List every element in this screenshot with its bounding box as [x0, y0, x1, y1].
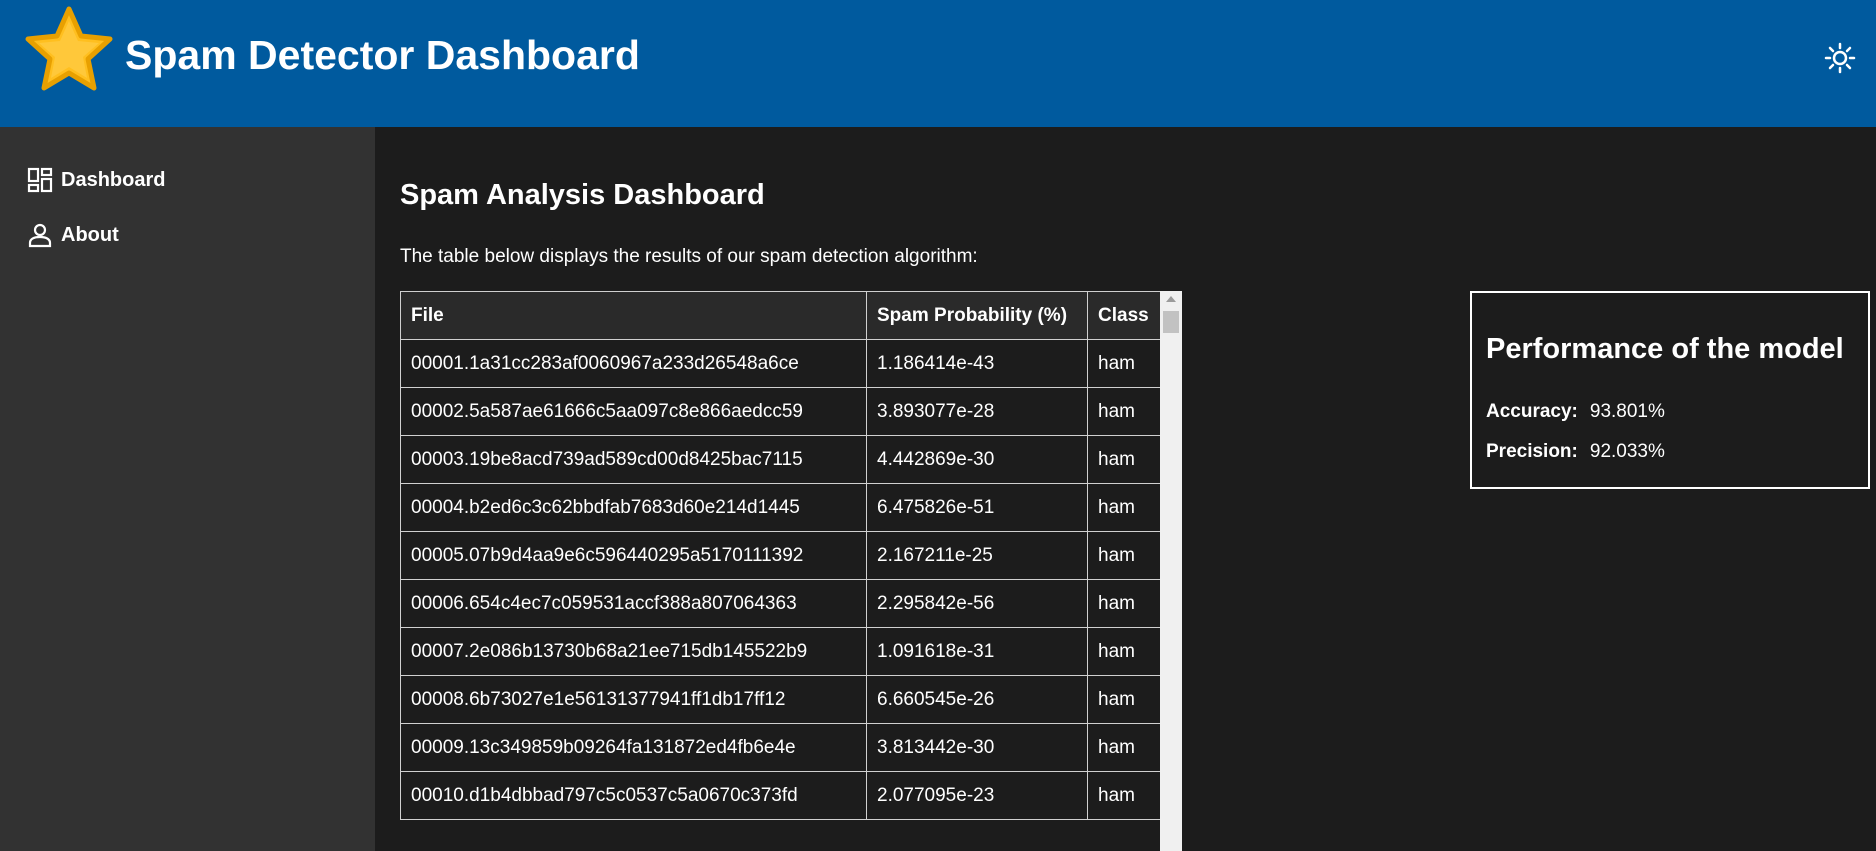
file-cell: 00008.6b73027e1e56131377941ff1db17ff12: [400, 675, 867, 724]
probability-cell: 6.475826e-51: [866, 483, 1088, 532]
scroll-up-arrow-icon[interactable]: [1166, 296, 1176, 302]
sidebar-item-label: Dashboard: [61, 168, 166, 191]
sun-icon[interactable]: [1824, 42, 1856, 74]
class-cell: ham: [1087, 627, 1169, 676]
table-row: 00005.07b9d4aa9e6c596440295a5170111392 2…: [400, 531, 1169, 580]
table-row: 00003.19be8acd739ad589cd00d8425bac7115 4…: [400, 435, 1169, 484]
table-row: 00002.5a587ae61666c5aa097c8e866aedcc59 3…: [400, 387, 1169, 436]
table-header-row: File Spam Probability (%) Class: [400, 291, 1169, 340]
probability-cell: 3.813442e-30: [866, 723, 1088, 772]
accuracy-label: Accuracy:: [1486, 401, 1578, 422]
probability-cell: 2.295842e-56: [866, 579, 1088, 628]
precision-metric: Precision: 92.033%: [1486, 441, 1665, 463]
performance-card: Performance of the model Accuracy: 93.801…: [1470, 291, 1870, 489]
page-description: The table below displays the results of …: [400, 246, 978, 267]
app-title: Spam Detector Dashboard: [125, 32, 640, 78]
class-cell: ham: [1087, 771, 1169, 820]
person-icon: [28, 223, 52, 248]
class-cell: ham: [1087, 675, 1169, 724]
class-cell: ham: [1087, 579, 1169, 628]
dashboard-icon: [27, 167, 53, 193]
accuracy-metric: Accuracy: 93.801%: [1486, 401, 1665, 423]
class-cell: ham: [1087, 531, 1169, 580]
file-cell: 00006.654c4ec7c059531accf388a807064363: [400, 579, 867, 628]
file-cell: 00002.5a587ae61666c5aa097c8e866aedcc59: [400, 387, 867, 436]
file-cell: 00010.d1b4dbbad797c5c0537c5a0670c373fd: [400, 771, 867, 820]
page-title: Spam Analysis Dashboard: [400, 179, 765, 211]
accuracy-value: 93.801%: [1589, 401, 1665, 422]
file-cell: 00001.1a31cc283af0060967a233d26548a6ce: [400, 339, 867, 388]
column-header-class[interactable]: Class: [1087, 291, 1169, 340]
class-cell: ham: [1087, 435, 1169, 484]
probability-cell: 2.077095e-23: [866, 771, 1088, 820]
probability-cell: 1.091618e-31: [866, 627, 1088, 676]
precision-value: 92.033%: [1589, 441, 1665, 462]
probability-cell: 3.893077e-28: [866, 387, 1088, 436]
sidebar-item-about[interactable]: About: [27, 218, 119, 252]
precision-label: Precision:: [1486, 441, 1578, 462]
table-scrollbar[interactable]: [1160, 291, 1182, 851]
sidebar-item-dashboard[interactable]: Dashboard: [27, 163, 165, 197]
probability-cell: 1.186414e-43: [866, 339, 1088, 388]
column-header-spam-probability[interactable]: Spam Probability (%): [866, 291, 1088, 340]
class-cell: ham: [1087, 723, 1169, 772]
table-row: 00001.1a31cc283af0060967a233d26548a6ce 1…: [400, 339, 1169, 388]
star-icon: [25, 6, 113, 91]
results-table-container[interactable]: File Spam Probability (%) Class 00001.1a…: [400, 291, 1183, 851]
class-cell: ham: [1087, 483, 1169, 532]
app-header: Spam Detector Dashboard: [0, 0, 1876, 127]
table-row: 00009.13c349859b09264fa131872ed4fb6e4e 3…: [400, 723, 1169, 772]
class-cell: ham: [1087, 387, 1169, 436]
file-cell: 00003.19be8acd739ad589cd00d8425bac7115: [400, 435, 867, 484]
file-cell: 00005.07b9d4aa9e6c596440295a5170111392: [400, 531, 867, 580]
results-table: File Spam Probability (%) Class 00001.1a…: [400, 291, 1169, 820]
table-row: 00008.6b73027e1e56131377941ff1db17ff12 6…: [400, 675, 1169, 724]
sidebar-item-label: About: [61, 223, 119, 246]
file-cell: 00009.13c349859b09264fa131872ed4fb6e4e: [400, 723, 867, 772]
table-row: 00010.d1b4dbbad797c5c0537c5a0670c373fd 2…: [400, 771, 1169, 820]
probability-cell: 2.167211e-25: [866, 531, 1088, 580]
table-row: 00004.b2ed6c3c62bbdfab7683d60e214d1445 6…: [400, 483, 1169, 532]
probability-cell: 6.660545e-26: [866, 675, 1088, 724]
file-cell: 00004.b2ed6c3c62bbdfab7683d60e214d1445: [400, 483, 867, 532]
performance-title: Performance of the model: [1486, 333, 1844, 365]
file-cell: 00007.2e086b13730b68a21ee715db145522b9: [400, 627, 867, 676]
main-content: Spam Analysis Dashboard The table below …: [375, 127, 1876, 851]
table-row: 00006.654c4ec7c059531accf388a807064363 2…: [400, 579, 1169, 628]
sidebar: Dashboard About: [0, 127, 375, 851]
probability-cell: 4.442869e-30: [866, 435, 1088, 484]
class-cell: ham: [1087, 339, 1169, 388]
scrollbar-thumb[interactable]: [1163, 311, 1179, 333]
table-row: 00007.2e086b13730b68a21ee715db145522b9 1…: [400, 627, 1169, 676]
column-header-file[interactable]: File: [400, 291, 867, 340]
